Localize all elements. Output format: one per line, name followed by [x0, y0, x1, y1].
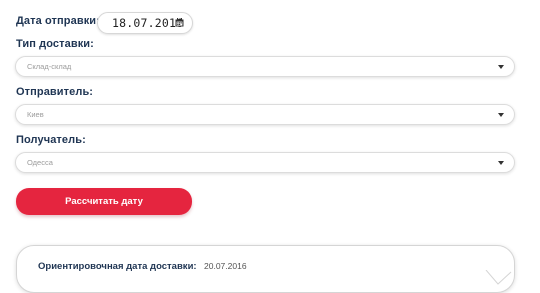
sender-select[interactable]: Киев — [15, 104, 515, 125]
send-date-value: 18.07.2016 — [112, 16, 184, 30]
estimated-delivery-label: Ориентировочная дата доставки: — [38, 261, 197, 272]
estimated-delivery-box: Ориентировочная дата доставки: 20.07.201… — [16, 245, 515, 293]
delivery-type-select[interactable]: Склад-склад — [15, 56, 515, 77]
send-date-label: Дата отправки: — [16, 15, 100, 27]
caret-down-icon — [498, 65, 504, 69]
caret-down-icon — [498, 113, 504, 117]
recipient-label: Получатель: — [16, 134, 86, 146]
calculate-date-button[interactable]: Рассчитать дату — [16, 188, 192, 215]
send-date-input[interactable]: 18.07.2016 — [97, 12, 193, 34]
speech-bubble-tail — [485, 270, 512, 285]
recipient-select[interactable]: Одесса — [15, 152, 515, 173]
delivery-type-label: Тип доставки: — [16, 38, 94, 50]
caret-down-icon — [498, 161, 504, 165]
sender-label: Отправитель: — [16, 86, 94, 98]
calendar-icon[interactable] — [175, 18, 184, 27]
delivery-type-value: Склад-склад — [27, 62, 72, 71]
recipient-value: Одесса — [27, 158, 53, 167]
estimated-delivery-value: 20.07.2016 — [204, 261, 247, 271]
sender-value: Киев — [27, 110, 44, 119]
